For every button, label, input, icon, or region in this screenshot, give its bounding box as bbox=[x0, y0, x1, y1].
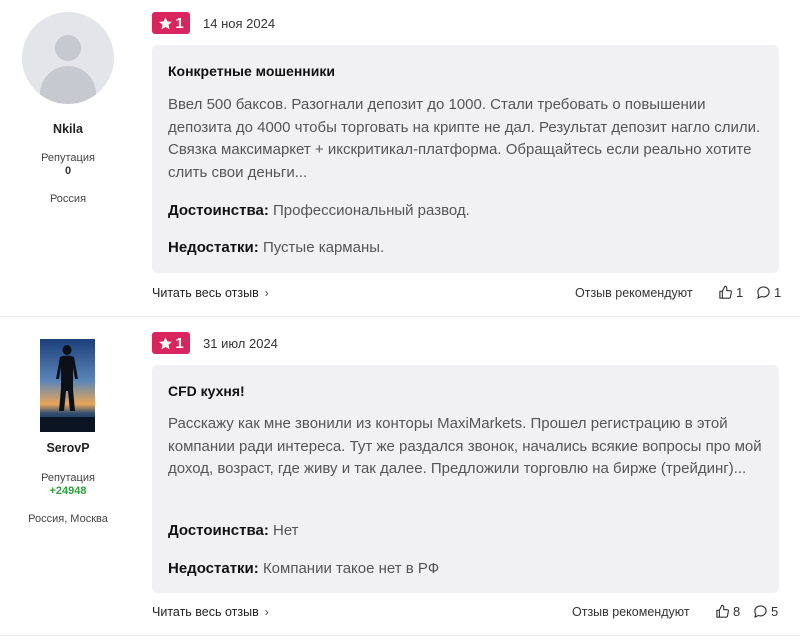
review-date: 31 июл 2024 bbox=[203, 336, 278, 351]
reputation-label: Репутация bbox=[41, 472, 95, 484]
reputation-value: +24948 bbox=[49, 485, 87, 497]
cons-text: Компании такое нет в РФ bbox=[262, 560, 440, 577]
review-pros: Достоинства: Профессиональный развод. bbox=[168, 202, 470, 219]
thumbs-up-icon bbox=[716, 604, 729, 618]
avatar-placeholder-head bbox=[55, 35, 81, 61]
review-card: Конкретные мошенники Ввел 500 баксов. Ра… bbox=[152, 45, 779, 273]
review-item: SerovP Репутация +24948 Россия, Москва 1… bbox=[0, 317, 800, 636]
avatar[interactable] bbox=[40, 339, 95, 432]
read-more-link[interactable]: Читать весь отзыв › bbox=[152, 286, 269, 300]
pros-text: Профессиональный развод. bbox=[273, 202, 470, 219]
cons-label: Недостатки: bbox=[168, 239, 259, 256]
recommend-label: Отзыв рекомендуют bbox=[575, 286, 693, 300]
cons-text: Пустые карманы. bbox=[262, 239, 385, 256]
avatar-photo-image bbox=[40, 339, 95, 432]
comment-icon bbox=[754, 605, 767, 618]
review-card: CFD кухня! Расскажу как мне звонили из к… bbox=[152, 365, 779, 593]
like-count: 8 bbox=[733, 604, 741, 619]
avatar-placeholder-body bbox=[40, 66, 96, 104]
read-more-link[interactable]: Читать весь отзыв › bbox=[152, 605, 269, 619]
chevron-right-icon: › bbox=[264, 286, 269, 300]
review-item: Nkila Репутация 0 Россия 1 14 ноя 2024 К… bbox=[0, 0, 800, 317]
review-date: 14 ноя 2024 bbox=[203, 16, 276, 31]
read-more-label: Читать весь отзыв bbox=[152, 286, 259, 300]
review-pros: Достоинства: Нет bbox=[168, 522, 299, 539]
chevron-right-icon: › bbox=[264, 605, 269, 619]
review-text: Ввел 500 баксов. Разогнали депозит до 10… bbox=[168, 96, 761, 181]
like-count: 1 bbox=[736, 285, 744, 300]
comment-button[interactable]: 5 bbox=[753, 604, 778, 619]
review-title[interactable]: CFD кухня! bbox=[168, 383, 245, 399]
pros-label: Достоинства: bbox=[168, 522, 269, 539]
pros-text: Нет bbox=[273, 522, 299, 539]
pros-label: Достоинства: bbox=[168, 202, 269, 219]
cons-label: Недостатки: bbox=[168, 560, 259, 577]
avatar[interactable] bbox=[22, 12, 114, 104]
review-title[interactable]: Конкретные мошенники bbox=[168, 63, 335, 79]
star-icon bbox=[159, 16, 173, 29]
comment-count: 1 bbox=[774, 285, 782, 300]
review-cons: Недостатки: Пустые карманы. bbox=[168, 239, 384, 256]
read-more-label: Читать весь отзыв bbox=[152, 605, 259, 619]
recommend-label: Отзыв рекомендуют bbox=[572, 605, 690, 619]
author-location: Россия bbox=[49, 193, 87, 205]
rating-value: 1 bbox=[175, 14, 184, 32]
like-button[interactable]: 1 bbox=[718, 285, 743, 300]
rating-badge: 1 bbox=[152, 332, 190, 354]
thumbs-up-icon bbox=[719, 285, 732, 299]
author-name[interactable]: Nkila bbox=[0, 122, 136, 136]
star-icon bbox=[159, 336, 173, 349]
review-text: Расскажу как мне звонили из конторы Maxi… bbox=[168, 415, 762, 477]
author-location: Россия, Москва bbox=[28, 513, 108, 525]
comment-icon bbox=[757, 286, 770, 299]
rating-value: 1 bbox=[175, 334, 184, 352]
like-button[interactable]: 8 bbox=[715, 604, 740, 619]
comment-button[interactable]: 1 bbox=[756, 285, 781, 300]
review-cons: Недостатки: Компании такое нет в РФ bbox=[168, 560, 439, 577]
comment-count: 5 bbox=[771, 604, 779, 619]
reputation-value: 0 bbox=[64, 165, 72, 177]
rating-badge: 1 bbox=[152, 12, 190, 34]
author-name[interactable]: SerovP bbox=[0, 441, 136, 455]
reputation-label: Репутация bbox=[41, 152, 95, 164]
